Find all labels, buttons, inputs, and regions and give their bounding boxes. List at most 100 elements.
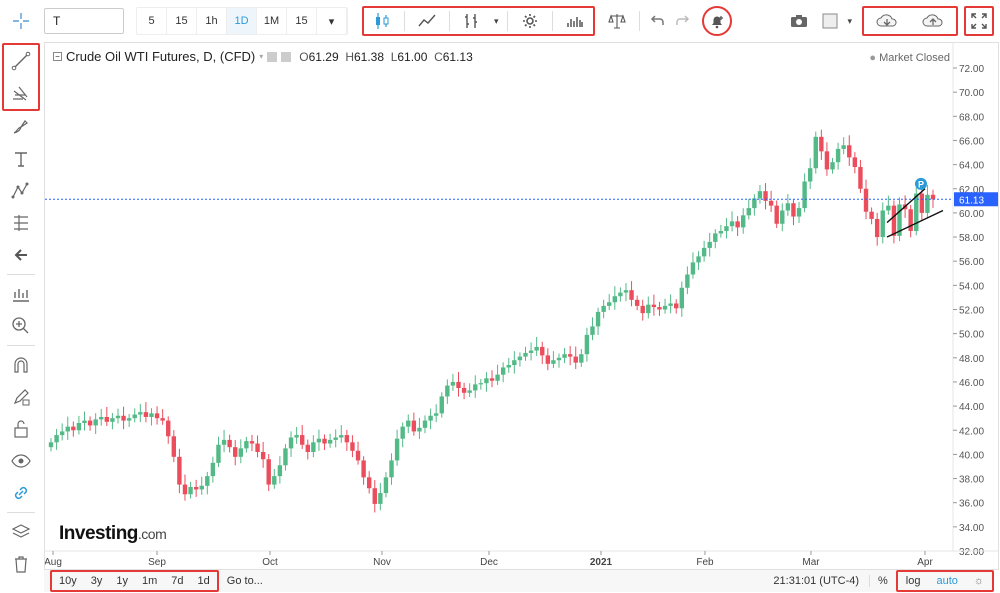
- toolbar-divider: [7, 512, 35, 513]
- candle-body: [305, 444, 310, 452]
- candle-body: [154, 413, 160, 419]
- crosshair-icon[interactable]: [4, 5, 38, 37]
- candle-body: [456, 381, 461, 388]
- cloud-download-icon[interactable]: [864, 8, 910, 34]
- price-tick-label: 58.00: [959, 233, 984, 244]
- magnet-icon[interactable]: [4, 349, 38, 381]
- range-1y[interactable]: 1y: [109, 572, 135, 590]
- compare-scale-icon[interactable]: [599, 8, 635, 34]
- range-7d[interactable]: 7d: [164, 572, 190, 590]
- text-tool-icon[interactable]: [4, 143, 38, 175]
- timeframe-15[interactable]: 15: [167, 8, 197, 34]
- candle-body: [87, 420, 93, 426]
- price-tick-label: 34.00: [959, 523, 984, 534]
- candle-body: [551, 360, 556, 364]
- candle-body: [506, 365, 511, 368]
- back-arrow-icon[interactable]: [4, 239, 38, 271]
- candle-body: [227, 439, 232, 448]
- timeframe-1m[interactable]: 1M: [257, 8, 287, 34]
- candle-body: [567, 354, 573, 357]
- low-value: 61.00: [397, 49, 428, 64]
- price-tick-label: 38.00: [959, 475, 984, 486]
- unlock-icon[interactable]: [4, 413, 38, 445]
- candle-body: [104, 416, 110, 422]
- settings-square-icon[interactable]: [267, 51, 278, 62]
- goto-button[interactable]: Go to...: [219, 575, 271, 587]
- candle-body: [841, 145, 846, 149]
- close-square-icon[interactable]: [281, 51, 292, 62]
- timeframe-group: 5 15 1h 1D 1M 15 ▾: [136, 7, 348, 35]
- timeframe-1d[interactable]: 1D: [227, 8, 257, 34]
- candle-body: [662, 305, 668, 310]
- undo-icon[interactable]: [644, 8, 670, 34]
- price-tick-label: 44.00: [959, 402, 984, 413]
- volume-bars-icon[interactable]: [557, 8, 593, 34]
- zoom-in-icon[interactable]: [4, 310, 38, 342]
- candle-body: [461, 387, 467, 393]
- chevron-down-icon[interactable]: ▾: [259, 52, 263, 61]
- brush-icon[interactable]: [4, 111, 38, 143]
- auto-toggle[interactable]: auto: [928, 575, 965, 587]
- candle-body: [835, 148, 841, 163]
- time-tick-label: Aug: [45, 557, 62, 568]
- gear-icon[interactable]: [512, 8, 548, 34]
- fib-retracement-icon[interactable]: [4, 77, 38, 109]
- price-chart[interactable]: 72.00 70.00 68.00 66.00 64.00 62.00 60.00 58.00…: [44, 42, 999, 570]
- candle-body: [478, 383, 484, 385]
- percent-toggle[interactable]: %: [869, 575, 896, 587]
- prediction-tool-icon[interactable]: [4, 207, 38, 239]
- candle-body: [115, 415, 121, 419]
- candle-body: [869, 211, 874, 219]
- candle-body: [389, 460, 394, 478]
- layers-icon[interactable]: [4, 516, 38, 548]
- timeframe-1h[interactable]: 1h: [197, 8, 227, 34]
- measure-icon[interactable]: [4, 278, 38, 310]
- candle-body: [780, 210, 785, 224]
- symbol-search-input[interactable]: T: [44, 8, 124, 34]
- candle-body: [908, 209, 913, 232]
- range-3y[interactable]: 3y: [84, 572, 110, 590]
- range-10y[interactable]: 10y: [52, 572, 84, 590]
- chart-canvas[interactable]: 72.0070.0068.0066.0064.0062.0060.0058.00…: [45, 43, 998, 569]
- timeframe-5[interactable]: 5: [137, 8, 167, 34]
- pattern-tool-icon[interactable]: [4, 175, 38, 207]
- candle-body: [333, 437, 338, 440]
- trend-line-icon[interactable]: [4, 45, 38, 77]
- candle-body: [757, 191, 763, 199]
- chevron-down-icon[interactable]: ▾: [317, 8, 347, 34]
- candle-body: [802, 181, 807, 209]
- candles-icon[interactable]: [364, 8, 400, 34]
- indicators-icon[interactable]: [454, 8, 490, 34]
- alert-bell-icon[interactable]: [701, 6, 732, 36]
- candle-body: [126, 418, 132, 421]
- range-1d[interactable]: 1d: [191, 572, 217, 590]
- timeframe-15-custom[interactable]: 15: [287, 8, 317, 34]
- log-toggle[interactable]: log: [898, 575, 929, 587]
- layout-select-icon[interactable]: [817, 8, 843, 34]
- candle-body: [300, 435, 305, 445]
- eye-icon[interactable]: [4, 445, 38, 477]
- collapse-icon[interactable]: −: [53, 52, 62, 61]
- camera-icon[interactable]: [781, 8, 817, 34]
- bottom-right-group: 21:31:01 (UTC-4) % log auto ☼: [763, 570, 994, 592]
- candle-body: [383, 477, 389, 494]
- chevron-down-icon[interactable]: ▾: [843, 16, 856, 27]
- trash-icon[interactable]: [4, 548, 38, 580]
- candle-body: [221, 439, 227, 445]
- line-chart-icon[interactable]: [409, 8, 445, 34]
- time-tick-label: Dec: [480, 557, 498, 568]
- redo-icon[interactable]: [670, 8, 696, 34]
- link-icon[interactable]: [4, 477, 38, 509]
- cloud-upload-icon[interactable]: [910, 8, 956, 34]
- candle-body: [339, 435, 344, 438]
- fullscreen-button[interactable]: [964, 6, 994, 36]
- candle-body: [322, 438, 327, 444]
- candle-body: [863, 188, 869, 212]
- clock-display[interactable]: 21:31:01 (UTC-4): [763, 575, 869, 587]
- candle-body: [701, 247, 707, 257]
- gear-icon[interactable]: ☼: [966, 575, 992, 587]
- chevron-down-icon[interactable]: ▾: [490, 16, 503, 27]
- candle-body: [824, 151, 830, 170]
- range-1m[interactable]: 1m: [135, 572, 164, 590]
- lock-pencil-icon[interactable]: [4, 381, 38, 413]
